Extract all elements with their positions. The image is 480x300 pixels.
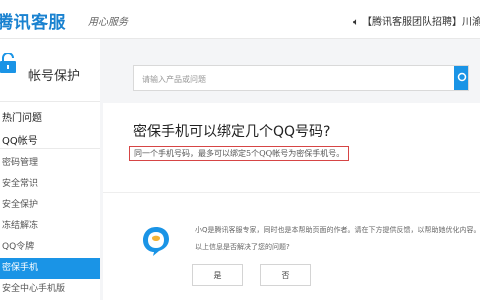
- sidebar-header: 帐号保护: [0, 39, 100, 102]
- sidebar-item-security-protect[interactable]: 安全保护: [0, 195, 100, 216]
- search-bar: [133, 65, 469, 92]
- assistant-avatar-icon: [143, 227, 169, 256]
- feedback-question: 以上信息是否解决了您的问题?: [195, 243, 290, 251]
- content-divider: [103, 192, 480, 193]
- sidebar-divider: [0, 148, 100, 149]
- yes-button[interactable]: 是: [192, 264, 243, 286]
- page-title: 密保手机可以绑定几个QQ号码?: [133, 124, 331, 140]
- site-slogan: 用心服务: [88, 17, 128, 28]
- page-body: 帐号保护 热门问题 QQ帐号 密码管理 安全常识 安全保护 冻结解冻 QQ令牌 …: [0, 39, 480, 300]
- search-input[interactable]: [134, 66, 444, 92]
- sidebar-item-token[interactable]: QQ令牌: [0, 237, 100, 258]
- no-button[interactable]: 否: [260, 264, 311, 286]
- site-logo[interactable]: 腾讯客服: [0, 8, 66, 33]
- search-button[interactable]: [454, 66, 468, 90]
- lock-icon: [0, 53, 16, 73]
- speaker-icon: 🔈︎: [353, 17, 359, 28]
- sidebar-group-qq[interactable]: QQ帐号: [0, 132, 100, 147]
- top-header: 腾讯客服 用心服务 🔈︎ 【腾讯客服团队招聘】川渝地: [0, 0, 480, 39]
- sidebar-item-freeze[interactable]: 冻结解冻: [0, 216, 100, 237]
- sidebar-title: 帐号保护: [28, 69, 81, 84]
- sidebar-item-secure-phone[interactable]: 密保手机: [0, 258, 100, 279]
- answer-text: 同一个手机号码，最多可以绑定5个QQ帐号为密保手机号。: [129, 146, 350, 161]
- sidebar-item-password[interactable]: 密码管理: [0, 153, 100, 174]
- assistant-intro: 小Q是腾讯客服专家，同时也是本帮助页面的作者。请在下方提供反馈，以帮助她优化内容…: [195, 226, 480, 234]
- sidebar-item-security-tips[interactable]: 安全常识: [0, 174, 100, 195]
- recruit-notice[interactable]: 🔈︎ 【腾讯客服团队招聘】川渝地: [353, 13, 480, 28]
- article-panel: 密保手机可以绑定几个QQ号码? 同一个手机号码，最多可以绑定5个QQ帐号为密保手…: [103, 103, 480, 300]
- search-icon: [457, 72, 467, 82]
- sidebar-group-hot[interactable]: 热门问题: [0, 109, 100, 124]
- sidebar-item-mobile-center[interactable]: 安全中心手机版: [0, 279, 100, 300]
- sidebar: 帐号保护 热门问题 QQ帐号 密码管理 安全常识 安全保护 冻结解冻 QQ令牌 …: [0, 39, 100, 300]
- notice-text: 【腾讯客服团队招聘】川渝地: [362, 17, 480, 28]
